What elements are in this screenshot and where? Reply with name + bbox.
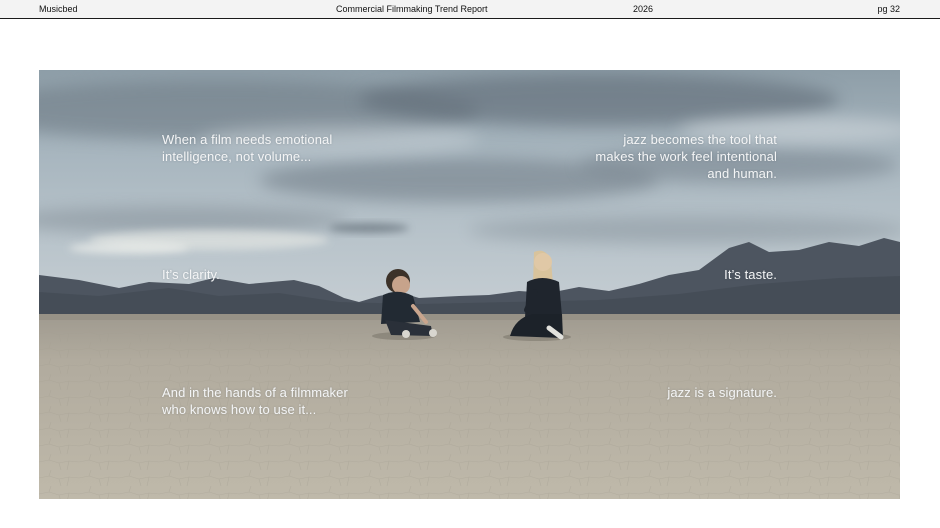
caption-top-right: jazz becomes the tool that makes the wor… [595, 132, 777, 181]
report-title: Commercial Filmmaking Trend Report [336, 4, 488, 14]
horizon-line [39, 314, 900, 320]
caption-middle-right: It’s taste. [724, 267, 777, 282]
report-header: Musicbed Commercial Filmmaking Trend Rep… [0, 0, 940, 19]
page-number: pg 32 [877, 4, 900, 14]
caption-bottom-left: And in the hands of a filmmaker who know… [162, 385, 348, 417]
desert-photo: When a film needs emotional intelligence… [39, 70, 900, 499]
caption-middle-left: It’s clarity. [162, 267, 220, 282]
caption-bottom-right: jazz is a signature. [667, 385, 777, 400]
caption-top-left: When a film needs emotional intelligence… [162, 132, 333, 164]
report-year: 2026 [633, 4, 654, 14]
brand-name: Musicbed [39, 4, 78, 14]
